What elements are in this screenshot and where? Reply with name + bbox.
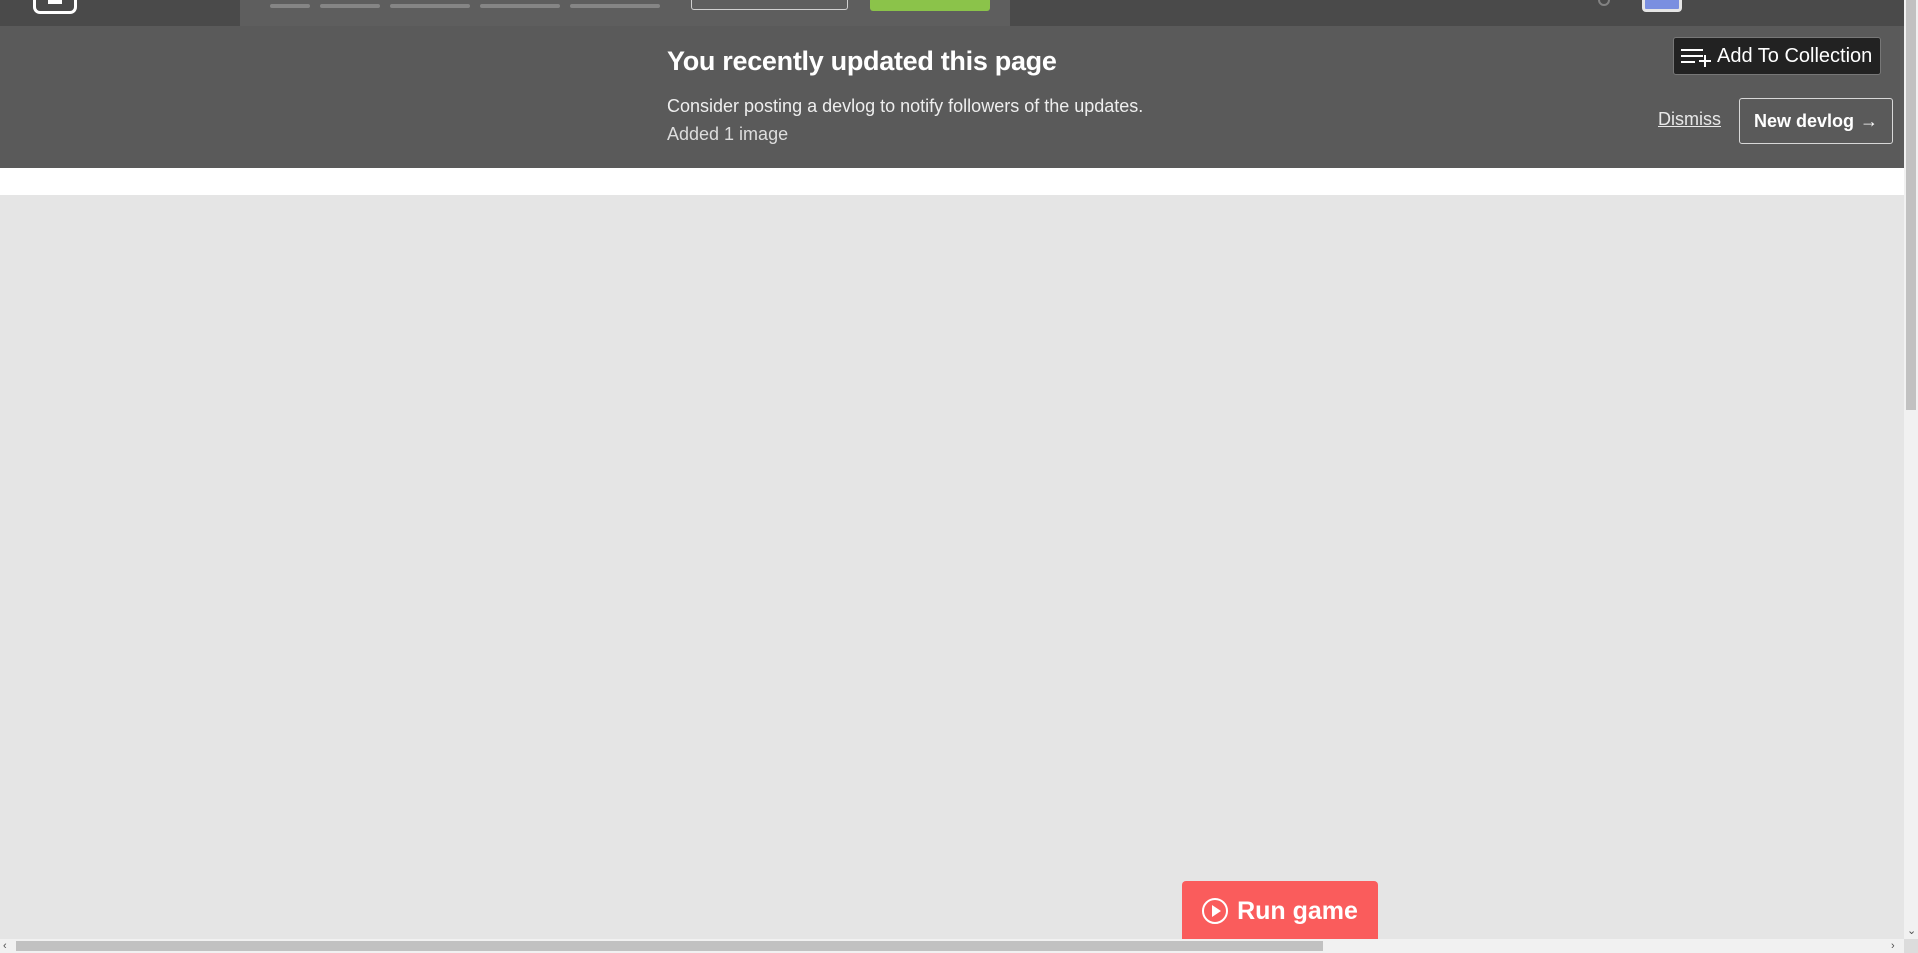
new-devlog-button[interactable]: New devlog → [1739,98,1893,144]
user-avatar[interactable] [1642,0,1682,12]
add-to-collection-button[interactable]: Add To Collection [1673,37,1882,75]
scroll-down-arrow-icon[interactable]: ⌄ [1907,924,1916,937]
new-devlog-label: New devlog [1753,110,1855,131]
vertical-scrollbar-thumb[interactable] [1906,0,1916,410]
dismiss-link[interactable]: Dismiss [1658,109,1721,130]
site-header [0,0,1904,26]
banner-title: You recently updated this page [667,46,1057,76]
horizontal-scrollbar[interactable]: ‹ › [0,939,1904,953]
itch-logo-icon[interactable] [33,0,77,14]
arrow-right-icon: → [1860,110,1879,131]
header-outline-button[interactable] [691,0,848,10]
header-text-fragment [390,4,470,8]
header-text-fragment [480,4,560,8]
scroll-right-arrow-icon[interactable]: › [1891,939,1895,953]
scrollbar-corner [1904,939,1918,953]
header-text-fragment [270,4,310,8]
banner-message: Consider posting a devlog to notify foll… [667,96,1144,116]
banner-detail: Added 1 image [667,124,789,144]
horizontal-scrollbar-thumb[interactable] [16,941,1323,951]
run-game-button[interactable]: Run game [1182,881,1378,941]
update-notice-banner: You recently updated this page Consider … [0,26,1904,168]
scroll-left-arrow-icon[interactable]: ‹ [3,939,7,953]
play-icon [1202,898,1229,924]
page-separator [0,168,1904,195]
game-embed-area[interactable] [0,195,1904,935]
run-game-label: Run game [1237,896,1358,925]
search-icon[interactable] [1598,0,1610,6]
header-primary-button[interactable] [870,0,990,11]
playlist-add-icon [1681,45,1711,67]
header-text-fragment [320,4,380,8]
header-toolbar [240,0,1010,26]
add-to-collection-label: Add To Collection [1717,44,1873,67]
header-text-fragment [570,4,660,8]
vertical-scrollbar[interactable] [1904,0,1918,939]
